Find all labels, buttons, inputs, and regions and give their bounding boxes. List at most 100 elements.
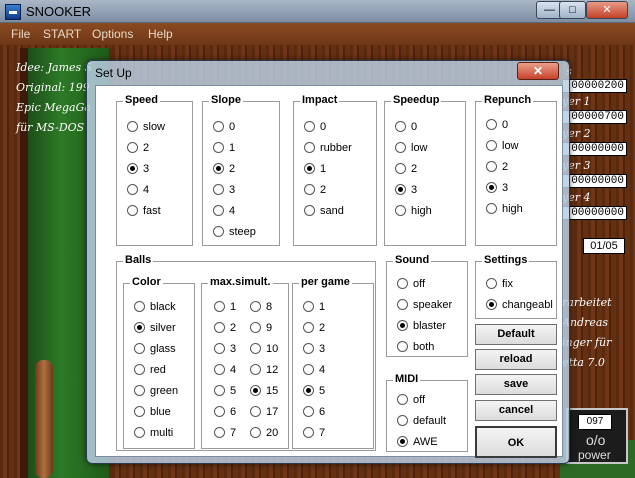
radio-settings-option[interactable]: changeabl — [486, 298, 553, 312]
radio-speedup-option[interactable]: low — [395, 141, 428, 155]
radio-button-icon[interactable] — [134, 427, 145, 438]
radio-button-icon[interactable] — [395, 142, 406, 153]
radio-button-icon[interactable] — [304, 121, 315, 132]
radio-button-icon[interactable] — [397, 341, 408, 352]
radio-speedup-option[interactable]: high — [395, 204, 432, 218]
radio-max-simult-option[interactable]: 8 — [250, 300, 272, 314]
radio-speedup-option[interactable]: 3 — [395, 183, 417, 197]
radio-button-icon[interactable] — [214, 322, 225, 333]
radio-button-icon[interactable] — [395, 205, 406, 216]
radio-button-icon[interactable] — [213, 121, 224, 132]
radio-balls-color-option[interactable]: black — [134, 300, 176, 314]
radio-button-icon[interactable] — [250, 427, 261, 438]
radio-slope-option[interactable]: 0 — [213, 120, 235, 134]
radio-balls-per_game-option[interactable]: 3 — [303, 342, 325, 356]
radio-button-icon[interactable] — [214, 385, 225, 396]
radio-button-icon[interactable] — [303, 322, 314, 333]
radio-button-icon[interactable] — [304, 163, 315, 174]
radio-max-simult-option[interactable]: 9 — [250, 321, 272, 335]
radio-balls-color-option[interactable]: glass — [134, 342, 176, 356]
radio-button-icon[interactable] — [214, 427, 225, 438]
radio-repunch-option[interactable]: low — [486, 139, 519, 153]
radio-balls-per_game-option[interactable]: 7 — [303, 426, 325, 440]
radio-max-simult-option[interactable]: 20 — [250, 426, 278, 440]
radio-balls-color-option[interactable]: green — [134, 384, 178, 398]
radio-speed-option[interactable]: slow — [127, 120, 165, 134]
radio-speedup-option[interactable]: 0 — [395, 120, 417, 134]
maximize-button[interactable]: □ — [559, 1, 586, 19]
radio-sound-option[interactable]: blaster — [397, 319, 446, 333]
radio-button-icon[interactable] — [214, 343, 225, 354]
radio-button-icon[interactable] — [134, 385, 145, 396]
menu-start[interactable]: START — [43, 27, 81, 41]
radio-button-icon[interactable] — [304, 205, 315, 216]
radio-max-simult-option[interactable]: 4 — [214, 363, 236, 377]
radio-button-icon[interactable] — [486, 278, 497, 289]
radio-settings-option[interactable]: fix — [486, 277, 513, 291]
radio-repunch-option[interactable]: 3 — [486, 181, 508, 195]
radio-max-simult-option[interactable]: 2 — [214, 321, 236, 335]
radio-sound-option[interactable]: both — [397, 340, 434, 354]
radio-button-icon[interactable] — [250, 322, 261, 333]
ok-button[interactable]: OK — [475, 426, 557, 458]
radio-slope-option[interactable]: 3 — [213, 183, 235, 197]
radio-button-icon[interactable] — [250, 301, 261, 312]
dialog-close-button[interactable]: ✕ — [517, 62, 559, 80]
radio-button-icon[interactable] — [304, 142, 315, 153]
radio-button-icon[interactable] — [397, 394, 408, 405]
radio-max-simult-option[interactable]: 7 — [214, 426, 236, 440]
radio-slope-option[interactable]: steep — [213, 225, 256, 239]
radio-max-simult-option[interactable]: 12 — [250, 363, 278, 377]
radio-slope-option[interactable]: 1 — [213, 141, 235, 155]
radio-button-icon[interactable] — [397, 436, 408, 447]
radio-balls-per_game-option[interactable]: 4 — [303, 363, 325, 377]
radio-button-icon[interactable] — [303, 301, 314, 312]
radio-button-icon[interactable] — [213, 142, 224, 153]
radio-button-icon[interactable] — [127, 163, 138, 174]
radio-button-icon[interactable] — [303, 343, 314, 354]
radio-balls-per_game-option[interactable]: 5 — [303, 384, 325, 398]
radio-speed-option[interactable]: 3 — [127, 162, 149, 176]
radio-button-icon[interactable] — [134, 364, 145, 375]
radio-button-icon[interactable] — [134, 322, 145, 333]
radio-speedup-option[interactable]: 2 — [395, 162, 417, 176]
radio-button-icon[interactable] — [486, 182, 497, 193]
radio-balls-per_game-option[interactable]: 1 — [303, 300, 325, 314]
radio-impact-option[interactable]: rubber — [304, 141, 352, 155]
radio-max-simult-option[interactable]: 17 — [250, 405, 278, 419]
radio-button-icon[interactable] — [303, 385, 314, 396]
radio-sound-option[interactable]: speaker — [397, 298, 452, 312]
radio-button-icon[interactable] — [214, 406, 225, 417]
radio-button-icon[interactable] — [486, 140, 497, 151]
radio-button-icon[interactable] — [397, 320, 408, 331]
radio-button-icon[interactable] — [304, 184, 315, 195]
radio-impact-option[interactable]: 2 — [304, 183, 326, 197]
radio-balls-color-option[interactable]: multi — [134, 426, 173, 440]
radio-balls-per_game-option[interactable]: 6 — [303, 405, 325, 419]
radio-max-simult-option[interactable]: 15 — [250, 384, 278, 398]
radio-impact-option[interactable]: 1 — [304, 162, 326, 176]
radio-button-icon[interactable] — [214, 364, 225, 375]
radio-sound-option[interactable]: off — [397, 277, 425, 291]
cancel-button[interactable]: cancel — [475, 400, 557, 421]
radio-max-simult-option[interactable]: 1 — [214, 300, 236, 314]
radio-button-icon[interactable] — [486, 203, 497, 214]
radio-button-icon[interactable] — [303, 427, 314, 438]
radio-button-icon[interactable] — [213, 163, 224, 174]
save-button[interactable]: save — [475, 374, 557, 395]
radio-button-icon[interactable] — [303, 364, 314, 375]
radio-button-icon[interactable] — [395, 163, 406, 174]
default-button[interactable]: Default — [475, 324, 557, 345]
radio-button-icon[interactable] — [213, 205, 224, 216]
radio-button-icon[interactable] — [397, 278, 408, 289]
radio-repunch-option[interactable]: high — [486, 202, 523, 216]
radio-button-icon[interactable] — [127, 205, 138, 216]
radio-max-simult-option[interactable]: 10 — [250, 342, 278, 356]
close-window-button[interactable]: ✕ — [586, 1, 628, 19]
radio-balls-color-option[interactable]: silver — [134, 321, 176, 335]
radio-balls-color-option[interactable]: blue — [134, 405, 171, 419]
radio-button-icon[interactable] — [250, 364, 261, 375]
radio-speed-option[interactable]: 2 — [127, 141, 149, 155]
radio-speed-option[interactable]: 4 — [127, 183, 149, 197]
reload-button[interactable]: reload — [475, 349, 557, 370]
